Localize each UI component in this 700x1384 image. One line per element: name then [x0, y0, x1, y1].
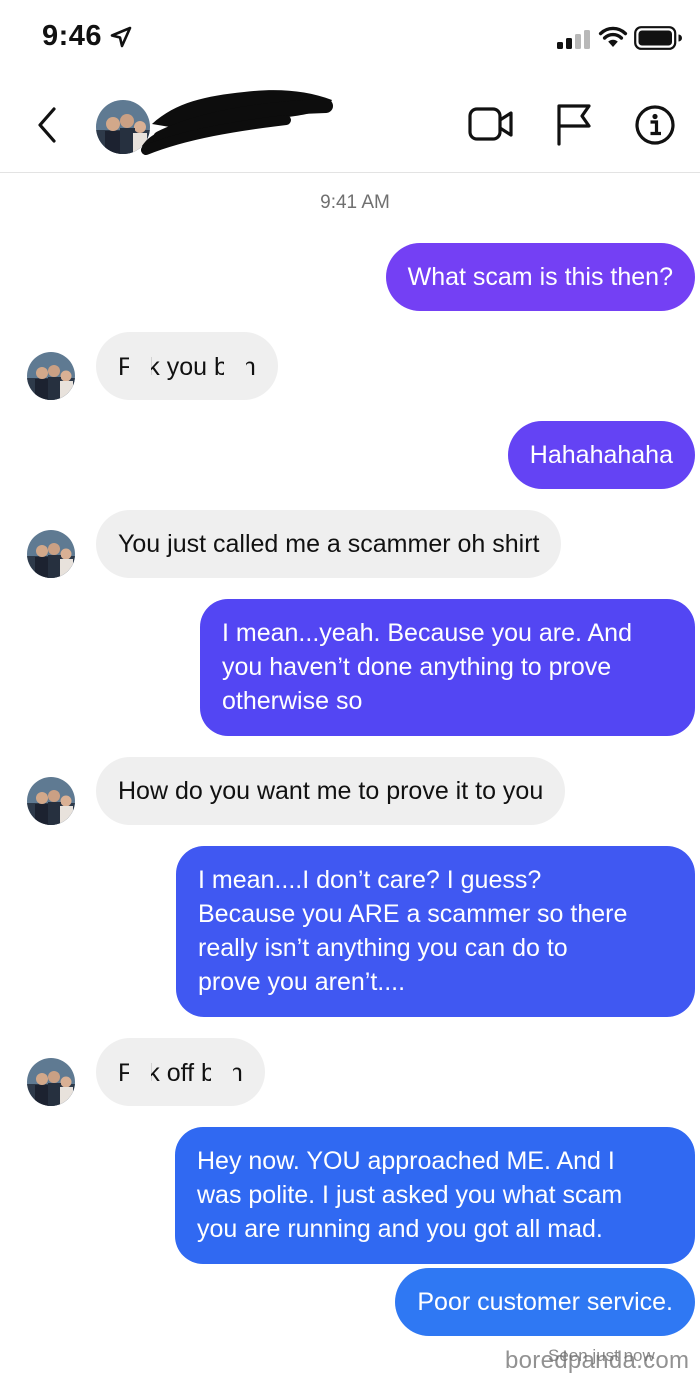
- message-bubble-outgoing[interactable]: I mean....I don’t care? I guess? Because…: [176, 846, 695, 1017]
- chat-header: [0, 78, 700, 173]
- sender-avatar[interactable]: [27, 777, 75, 825]
- message-bubble-incoming[interactable]: Fk you bh: [96, 332, 278, 400]
- watermark: boredpanda.com: [505, 1347, 690, 1374]
- message-bubble-outgoing[interactable]: Hey now. YOU approached ME. And I was po…: [175, 1127, 695, 1264]
- censor-patch: [210, 1055, 233, 1085]
- sender-avatar[interactable]: [27, 530, 75, 578]
- censor-patch: [223, 349, 246, 379]
- signal-icon: [557, 29, 593, 49]
- chat-timestamp: 9:41 AM: [320, 192, 390, 213]
- message-bubble-outgoing[interactable]: I mean...yeah. Because you are. And you …: [200, 599, 695, 736]
- wifi-icon: [598, 26, 628, 47]
- message-bubble-outgoing[interactable]: What scam is this then?: [385, 243, 695, 311]
- censor-patch: [129, 349, 152, 379]
- sender-avatar[interactable]: [27, 1058, 75, 1106]
- status-time: 9:46: [42, 20, 103, 52]
- message-bubble-outgoing[interactable]: Poor customer service.: [395, 1268, 695, 1336]
- status-bar: 9:46: [0, 0, 700, 78]
- video-call-icon[interactable]: [468, 106, 514, 142]
- back-chevron-icon[interactable]: [30, 105, 64, 145]
- message-bubble-outgoing[interactable]: Hahahahaha: [507, 421, 695, 489]
- sender-avatar[interactable]: [27, 352, 75, 400]
- location-arrow-icon: [110, 26, 132, 48]
- info-icon[interactable]: [634, 104, 676, 146]
- message-bubble-incoming[interactable]: Fk off bh: [96, 1038, 265, 1106]
- message-bubble-incoming[interactable]: How do you want me to prove it to you: [96, 757, 566, 825]
- flag-icon[interactable]: [554, 102, 594, 146]
- redacted-name-scribble: [141, 90, 333, 155]
- message-bubble-incoming[interactable]: You just called me a scammer oh shirt: [96, 510, 562, 578]
- battery-icon: [634, 26, 682, 50]
- censor-patch: [129, 1055, 152, 1085]
